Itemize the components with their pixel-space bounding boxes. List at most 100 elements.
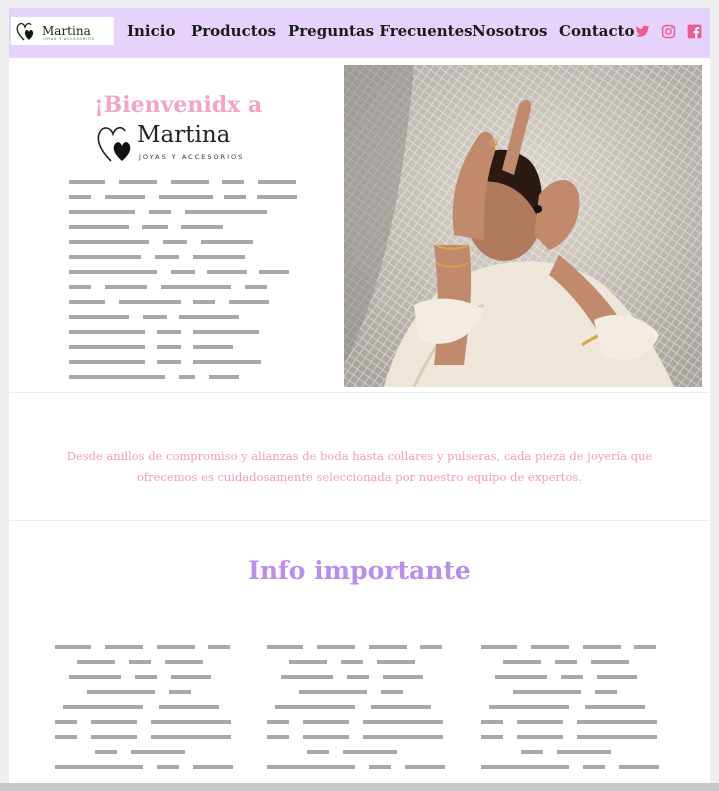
- placeholder-line: [481, 660, 661, 675]
- heart-logo-icon: [16, 22, 34, 41]
- placeholder-bar: [143, 315, 167, 319]
- placeholder-bar: [55, 765, 143, 769]
- placeholder-bar: [69, 300, 105, 304]
- placeholder-bar: [555, 660, 577, 664]
- placeholder-bar: [91, 735, 137, 739]
- placeholder-bar: [87, 690, 155, 694]
- instagram-icon[interactable]: [661, 24, 676, 39]
- placeholder-bar: [347, 675, 369, 679]
- placeholder-bar: [577, 720, 657, 724]
- nav-item-nosotros[interactable]: Nosotros: [472, 22, 547, 40]
- placeholder-bar: [119, 300, 181, 304]
- placeholder-bar: [595, 690, 617, 694]
- placeholder-bar: [193, 330, 259, 334]
- placeholder-bar: [371, 705, 431, 709]
- placeholder-bar: [69, 210, 135, 214]
- placeholder-line: [55, 705, 235, 720]
- nav-item-contacto[interactable]: Contacto: [559, 22, 635, 40]
- placeholder-line: [267, 735, 447, 750]
- placeholder-bar: [165, 660, 203, 664]
- placeholder-bar: [317, 645, 355, 649]
- placeholder-bar: [619, 765, 659, 769]
- placeholder-bar: [517, 735, 563, 739]
- placeholder-line: [55, 750, 235, 765]
- placeholder-bar: [369, 765, 391, 769]
- placeholder-line: [481, 765, 661, 780]
- placeholder-bar: [583, 645, 621, 649]
- page: Martina JOYAS Y ACCESORIOS Inicio Produc…: [9, 8, 710, 791]
- placeholder-line: [55, 765, 235, 780]
- placeholder-line: [481, 645, 661, 660]
- info-section-title: Info importante: [248, 556, 471, 585]
- intro-blurb: Desde anillos de compromiso y alianzas d…: [66, 449, 653, 484]
- placeholder-bar: [267, 645, 303, 649]
- facebook-icon[interactable]: [687, 24, 702, 39]
- placeholder-bar: [289, 660, 327, 664]
- placeholder-bar: [363, 720, 443, 724]
- placeholder-line: [481, 735, 661, 750]
- placeholder-line: [481, 750, 661, 765]
- placeholder-bar: [55, 735, 77, 739]
- placeholder-bar: [597, 675, 637, 679]
- placeholder-bar: [151, 735, 231, 739]
- placeholder-bar: [157, 360, 181, 364]
- placeholder-bar: [257, 195, 297, 199]
- placeholder-bar: [171, 675, 211, 679]
- placeholder-bar: [369, 645, 407, 649]
- placeholder-line: [69, 330, 309, 345]
- placeholder-bar: [267, 720, 289, 724]
- nav-item-preguntas-frecuentes[interactable]: Preguntas Frecuentes: [288, 22, 473, 40]
- placeholder-bar: [193, 300, 215, 304]
- placeholder-line: [69, 360, 309, 375]
- placeholder-bar: [185, 210, 267, 214]
- nav-item-productos[interactable]: Productos: [191, 22, 276, 40]
- placeholder-bar: [157, 330, 181, 334]
- placeholder-bar: [69, 180, 105, 184]
- info-column-3-placeholder: [481, 645, 661, 780]
- nav-logo[interactable]: Martina JOYAS Y ACCESORIOS: [11, 17, 114, 45]
- placeholder-bar: [381, 690, 403, 694]
- placeholder-line: [481, 690, 661, 705]
- placeholder-bar: [591, 660, 629, 664]
- placeholder-line: [55, 735, 235, 750]
- placeholder-bar: [105, 645, 143, 649]
- placeholder-bar: [481, 720, 503, 724]
- placeholder-bar: [583, 765, 605, 769]
- placeholder-bar: [69, 330, 145, 334]
- placeholder-line: [267, 660, 447, 675]
- placeholder-bar: [151, 720, 231, 724]
- placeholder-bar: [222, 180, 244, 184]
- placeholder-bar: [208, 645, 230, 649]
- placeholder-line: [69, 345, 309, 360]
- placeholder-line: [69, 375, 309, 390]
- placeholder-bar: [303, 720, 349, 724]
- placeholder-bar: [157, 645, 195, 649]
- placeholder-line: [55, 675, 235, 690]
- placeholder-bar: [193, 255, 245, 259]
- placeholder-bar: [157, 345, 181, 349]
- placeholder-bar: [157, 765, 179, 769]
- placeholder-bar: [69, 195, 91, 199]
- placeholder-bar: [69, 675, 121, 679]
- placeholder-line: [69, 300, 309, 315]
- placeholder-bar: [159, 195, 213, 199]
- twitter-icon[interactable]: [635, 24, 650, 39]
- placeholder-bar: [577, 735, 657, 739]
- placeholder-bar: [307, 750, 329, 754]
- placeholder-line: [69, 270, 309, 285]
- placeholder-bar: [119, 180, 157, 184]
- nav-item-inicio[interactable]: Inicio: [127, 22, 175, 40]
- placeholder-bar: [557, 750, 611, 754]
- placeholder-line: [267, 750, 447, 765]
- placeholder-bar: [69, 315, 129, 319]
- placeholder-bar: [229, 300, 269, 304]
- placeholder-bar: [489, 705, 569, 709]
- placeholder-line: [69, 195, 309, 210]
- placeholder-bar: [105, 195, 145, 199]
- placeholder-bar: [69, 375, 165, 379]
- hero-logo-tagline: JOYAS Y ACCESORIOS: [139, 153, 245, 161]
- placeholder-bar: [363, 735, 443, 739]
- placeholder-bar: [209, 375, 239, 379]
- placeholder-line: [267, 675, 447, 690]
- horizontal-scrollbar[interactable]: [0, 783, 719, 791]
